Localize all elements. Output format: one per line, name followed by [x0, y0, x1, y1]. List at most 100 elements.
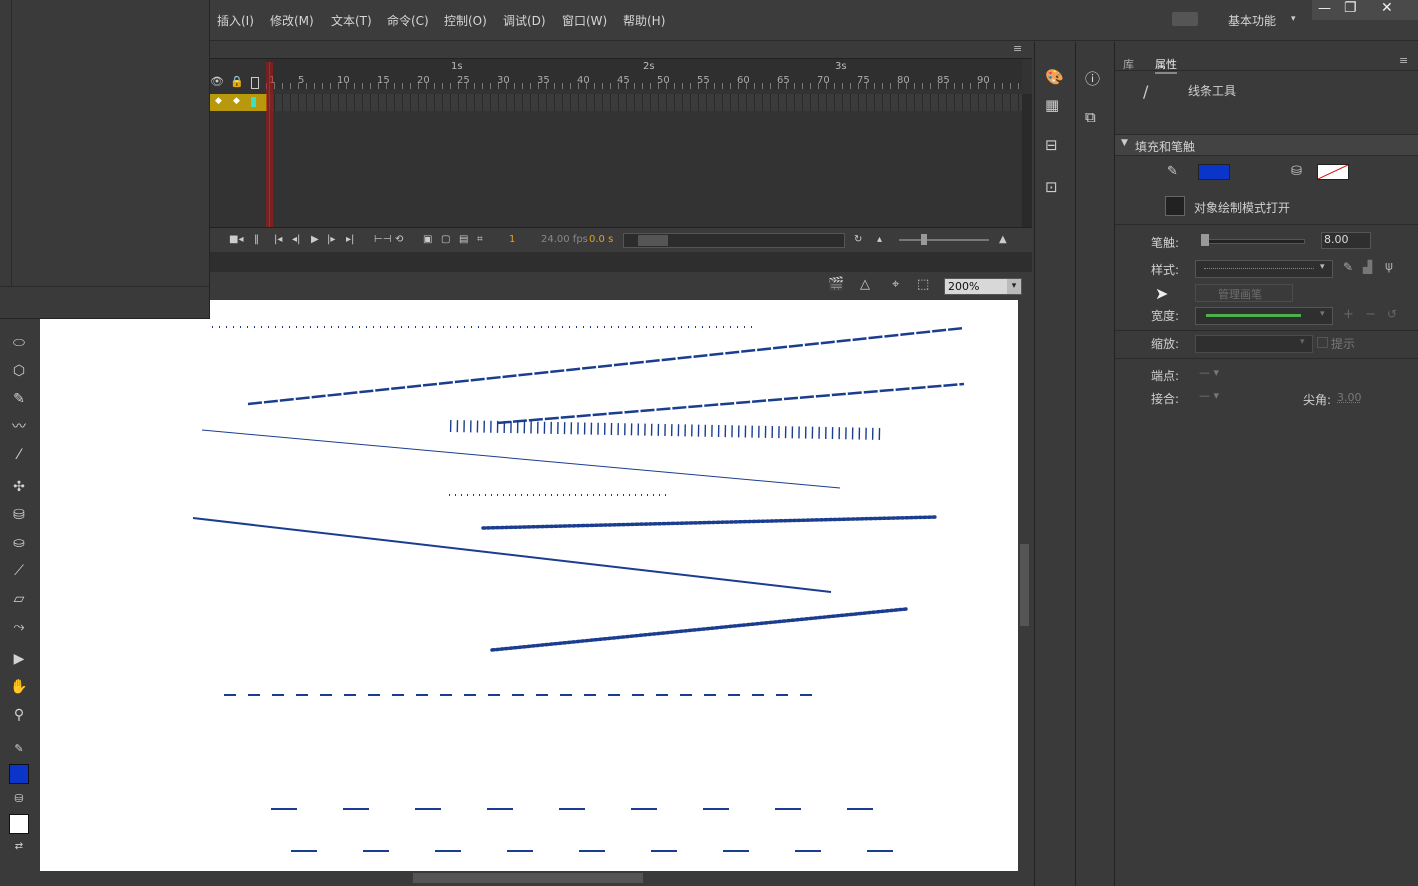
loop-icon[interactable]: ⟲	[395, 234, 403, 245]
section-fill-stroke[interactable]: ▼ 填充和笔触	[1115, 134, 1418, 156]
camera-tool-icon[interactable]: ▶	[8, 650, 30, 668]
pencil-tool-icon[interactable]: ✎	[8, 390, 30, 408]
tab-properties[interactable]: 属性	[1155, 56, 1177, 74]
hairline-stroke[interactable]	[201, 429, 841, 489]
clapper-icon[interactable]: 🎬	[828, 277, 844, 292]
symbol-icon[interactable]: △	[860, 277, 870, 292]
transform-icon[interactable]: ⊡	[1045, 178, 1058, 196]
slider-handle[interactable]	[921, 234, 927, 245]
scroll-thumb[interactable]	[1020, 544, 1029, 626]
menu-modify[interactable]: 修改(M)	[270, 12, 314, 29]
onion-outline-icon[interactable]: ▢	[441, 234, 450, 245]
maximize-icon[interactable]: ❐	[1344, 0, 1357, 16]
zoom-large-icon[interactable]: ▲	[999, 234, 1007, 245]
ragged-stroke[interactable]	[496, 382, 965, 425]
hatched-stroke[interactable]	[449, 420, 884, 440]
menu-insert[interactable]: 插入(I)	[217, 12, 254, 29]
menu-command[interactable]: 命令(C)	[387, 12, 429, 29]
oval-tool-icon[interactable]: ⬭	[8, 334, 30, 352]
hint-checkbox[interactable]	[1317, 337, 1328, 348]
zoom-small-icon[interactable]: ▴	[877, 234, 882, 245]
timeline-hscroll[interactable]	[623, 233, 845, 248]
fill-color-picker[interactable]	[1317, 164, 1349, 180]
brush-tool-icon[interactable]: 〰	[8, 418, 30, 436]
clip-icon[interactable]: ⬚	[917, 277, 929, 292]
miter-value[interactable]: 3.00	[1337, 391, 1362, 404]
panel-menu-icon[interactable]: ≡	[1013, 42, 1022, 55]
elapsed-time[interactable]: 0.0 s	[589, 234, 613, 245]
info-icon[interactable]: ⓘ	[1085, 68, 1100, 89]
timeline-vscroll[interactable]	[1022, 94, 1032, 227]
slider-handle[interactable]	[1201, 234, 1209, 246]
close-icon[interactable]: ✕	[1381, 0, 1393, 16]
stroke-width-input[interactable]: 8.00	[1321, 232, 1371, 249]
join-select[interactable]: — ▾	[1199, 389, 1219, 402]
workspace-switcher[interactable]: 基本功能	[1228, 12, 1276, 29]
stage-hscroll[interactable]	[40, 871, 1018, 886]
go-first-icon[interactable]: |◂	[274, 234, 282, 245]
eye-icon[interactable]: 👁	[210, 75, 224, 88]
stroke-slider[interactable]	[1203, 239, 1305, 244]
frame-rate[interactable]: 24.00 fps	[541, 234, 588, 245]
stage-canvas[interactable]	[40, 300, 1018, 871]
panel-menu-icon[interactable]: ≡	[1399, 54, 1408, 67]
solid-stroke[interactable]	[192, 517, 832, 593]
sync-settings-icon[interactable]	[1172, 12, 1198, 26]
zoom-tool-icon[interactable]: ⚲	[8, 706, 30, 724]
menu-debug[interactable]: 调试(D)	[503, 12, 546, 29]
step-back-icon[interactable]: ◂|	[292, 234, 300, 245]
stippled-stroke[interactable]	[490, 607, 908, 652]
brush-options-icon[interactable]: ψ	[1385, 259, 1393, 273]
go-last-icon[interactable]: ▸|	[346, 234, 354, 245]
outline-icon[interactable]	[251, 77, 259, 89]
layer-selected[interactable]: ◆ ◆	[209, 94, 267, 111]
center-frame-icon[interactable]: ⊢⊣	[374, 234, 391, 245]
paint-brush-icon[interactable]: ⁄	[8, 446, 30, 464]
object-draw-icon[interactable]	[1165, 196, 1185, 216]
menu-text[interactable]: 文本(T)	[331, 12, 372, 29]
eyedropper-icon[interactable]: ⟋	[8, 562, 30, 580]
brush-library-icon[interactable]: ▟	[1363, 260, 1372, 274]
stage-vscroll[interactable]	[1018, 300, 1032, 871]
stroke-style-select[interactable]: ▾	[1195, 260, 1333, 278]
scroll-thumb[interactable]	[413, 873, 643, 883]
eraser-icon[interactable]: ▱	[8, 590, 30, 608]
fill-color-swatch[interactable]	[9, 814, 29, 834]
paint-bucket-icon[interactable]: ⛁	[8, 506, 30, 524]
menu-window[interactable]: 窗口(W)	[562, 12, 607, 29]
minimize-icon[interactable]: —	[1318, 1, 1331, 16]
bone-tool-icon[interactable]: ✣	[8, 478, 30, 496]
current-frame[interactable]: 1	[509, 234, 515, 245]
onion-skin-icon[interactable]: ▣	[423, 234, 432, 245]
swap-colors-icon[interactable]: ⇄	[8, 838, 30, 856]
onion-markers-icon[interactable]: ⌗	[477, 234, 483, 245]
frame-size-slider[interactable]	[899, 239, 989, 241]
align-icon[interactable]: ⊟	[1045, 136, 1058, 154]
frame-ruler[interactable]: 1s 2s 3s 1 5 10 15 20 25 30 35 40 45 50 …	[266, 59, 1022, 89]
manage-brush-button[interactable]: 管理画笔	[1195, 284, 1293, 302]
hand-tool-icon[interactable]: ✋	[8, 678, 30, 696]
polygon-tool-icon[interactable]: ⬡	[8, 362, 30, 380]
camera-icon[interactable]: ■◂	[229, 234, 243, 245]
scroll-thumb[interactable]	[638, 235, 668, 246]
minus-icon[interactable]: −	[1365, 307, 1376, 322]
stroke-color-swatch[interactable]	[9, 764, 29, 784]
pause-icon[interactable]: ‖	[254, 234, 259, 245]
edit-multiple-icon[interactable]: ▤	[459, 234, 468, 245]
menu-help[interactable]: 帮助(H)	[623, 12, 665, 29]
refresh-icon[interactable]: ↻	[854, 234, 862, 245]
lock-icon[interactable]: 🔒	[230, 75, 244, 88]
width-profile-select[interactable]: ▾	[1195, 307, 1333, 325]
stroke-color-picker[interactable]	[1198, 164, 1230, 180]
play-icon[interactable]: ▶	[311, 234, 319, 245]
scale-select[interactable]: ▾	[1195, 335, 1313, 353]
step-forward-icon[interactable]: |▸	[327, 234, 335, 245]
ink-bottle-icon[interactable]: ⛀	[8, 534, 30, 552]
stippled-stroke[interactable]	[481, 515, 939, 530]
cap-select[interactable]: — ▾	[1199, 366, 1219, 379]
history-icon[interactable]: ⧉	[1085, 108, 1096, 126]
width-tool-icon[interactable]: ⤳	[8, 618, 30, 636]
menu-control[interactable]: 控制(O)	[444, 12, 487, 29]
frame-cells[interactable]	[267, 94, 1022, 111]
layer-row[interactable]: ◆ ◆	[209, 94, 1022, 111]
